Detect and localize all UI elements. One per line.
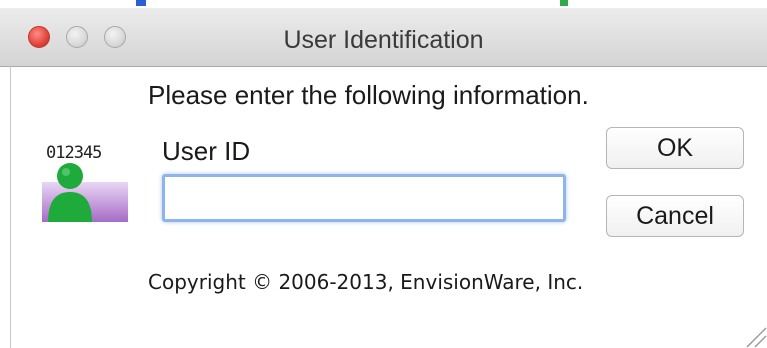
title-bar[interactable]: User Identification xyxy=(0,8,767,67)
background-fragment-blue xyxy=(136,0,146,6)
resize-grip-icon[interactable] xyxy=(741,322,767,348)
instruction-text: Please enter the following information. xyxy=(148,80,589,110)
user-id-label: User ID xyxy=(162,136,251,166)
background-fragment-green xyxy=(560,0,568,6)
copyright-text: Copyright © 2006-2013, EnvisionWare, Inc… xyxy=(148,270,584,294)
user-identification-window: User Identification Please enter the fol… xyxy=(0,0,767,348)
user-id-input[interactable] xyxy=(162,174,566,222)
avatar-head-highlight xyxy=(62,168,70,176)
ok-button[interactable]: OK xyxy=(606,127,744,169)
badge-number: 012345 xyxy=(46,143,102,163)
window-left-edge xyxy=(0,66,11,348)
avatar-head xyxy=(57,163,83,189)
window-title: User Identification xyxy=(283,26,484,54)
cancel-button[interactable]: Cancel xyxy=(606,195,744,237)
user-id-badge-icon: 012345 xyxy=(36,140,136,230)
